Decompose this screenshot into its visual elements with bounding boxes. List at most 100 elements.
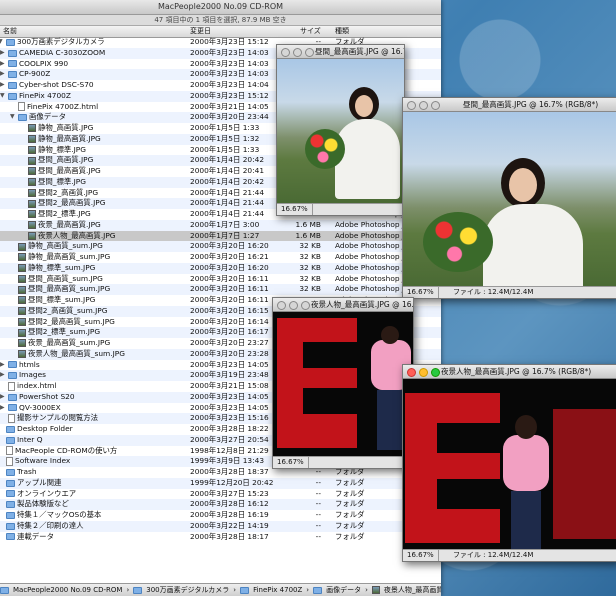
window-title-bar[interactable]: 昼間_最高画質.JPG @ 16.7% (RGB/8*) [403,98,616,112]
minimize-button[interactable] [419,101,428,110]
zoom-button[interactable] [301,301,310,310]
disclosure-closed-icon[interactable]: ▶ [0,403,6,414]
zoom-level[interactable]: 16.67% [273,457,309,468]
window-title-bar[interactable]: 夜景人物_最高画質.JPG @ 16.7% (RGB/8*) [403,365,616,379]
close-button[interactable] [277,301,286,310]
path-segment[interactable]: MacPeople2000 No.09 CD-ROM [13,586,122,594]
item-name: 静物_標準_sum.JPG [28,262,96,272]
list-item[interactable]: 昼間_最高画質_sum.JPG 2000年3月20日 16:11 32 KB Adob… [0,284,441,295]
folder-icon [8,393,17,401]
item-date: 2000年3月20日 16:20 [190,262,269,272]
red-letter-sign-right [553,409,616,539]
minimize-button[interactable] [293,48,302,57]
list-item[interactable]: 昼間_高画質_sum.JPG 2000年3月20日 16:11 32 KB Adobe… [0,274,441,285]
item-date: 2000年3月20日 16:20 [190,241,269,251]
column-name[interactable]: 名前 [3,26,17,37]
minimize-button[interactable] [289,301,298,310]
zoom-button[interactable] [305,48,314,57]
zoom-button[interactable] [431,368,440,377]
person-jeans [377,390,403,450]
disclosure-closed-icon[interactable]: ▶ [0,80,6,91]
disclosure-closed-icon[interactable]: ▶ [0,370,6,381]
portrait-face [355,95,373,117]
item-name: 特集２／印刷の達人 [17,520,84,530]
path-segment[interactable]: 夜景人物_最高画質.JPG [384,586,441,594]
item-name-cell: ▶ PowerShot S20 [0,392,75,403]
window-status-bar: 16.67% ファイル : 12.4M/12.4M [403,549,616,561]
column-date[interactable]: 変更日 [190,26,211,37]
close-button[interactable] [407,101,416,110]
sign-cutout [303,388,357,414]
list-item[interactable]: 特集２／印刷の達人 2000年3月22日 14:19 -- フォルダ [0,520,441,532]
item-size: 32 KB [299,252,321,261]
image-window-daytime-back[interactable]: 昼間_最高画質.JPG @ 16.7% (RGB/8*) 16.67% [276,44,405,216]
item-name: 昼間2_最高画質_sum.JPG [28,316,115,326]
item-name-cell: 静物_高画質_sum.JPG [10,241,103,252]
item-date: 2000年3月23日 14:04 [190,80,269,89]
folder-icon [6,436,15,444]
item-name: CP-900Z [19,69,51,79]
person-head [515,415,537,439]
file-icon [8,414,15,424]
image-icon [28,188,36,197]
item-date: 2000年1月4日 20:41 [190,166,265,175]
window-title-bar[interactable]: 夜景人物_最高画質.JPG @ 16.7% (RGB/8*) [273,298,413,312]
list-item[interactable]: 特集１／マックOSの基本 2000年3月28日 16:19 -- フォルダ [0,510,441,521]
window-title-bar[interactable]: 昼間_最高画質.JPG @ 16.7% (RGB/8*) [277,45,404,59]
folder-icon [6,479,15,487]
item-date: 2000年1月5日 1:33 [190,144,260,154]
zoom-button[interactable] [431,101,440,110]
disclosure-open-icon[interactable]: ▼ [0,37,4,48]
list-item[interactable]: アップル関連 1999年12月20日 20:42 -- フォルダ [0,477,441,489]
item-size: 32 KB [299,273,321,283]
item-name-cell: ▼ 画像データ [10,112,66,123]
disclosure-closed-icon[interactable]: ▶ [0,48,6,59]
list-item[interactable]: 製品体験版など 2000年3月28日 16:12 -- フォルダ [0,499,441,510]
minimize-button[interactable] [419,368,428,377]
item-date: 2000年3月20日 16:11 [190,284,269,294]
item-name-cell: 静物_最高画質.JPG [20,134,101,145]
finder-title-bar[interactable]: MacPeople2000 No.09 CD-ROM [0,0,441,15]
list-item[interactable]: 静物_最高画質_sum.JPG 2000年3月20日 16:21 32 KB Adob… [0,252,441,263]
zoom-level[interactable]: 16.67% [277,204,313,215]
item-name: Trash [17,467,37,476]
disclosure-closed-icon[interactable]: ▶ [0,69,6,80]
item-name-cell: ▶ CAMEDIA C-3030ZOOM [0,48,105,59]
item-kind: フォルダ [335,477,365,487]
person-jeans [511,491,541,549]
path-segment[interactable]: 画像データ [326,586,361,594]
item-size: -- [315,520,321,530]
item-name: 静物_最高画質_sum.JPG [28,252,111,261]
item-date: 2000年3月28日 18:37 [190,467,269,476]
list-item[interactable]: 静物_標準_sum.JPG 2000年3月20日 16:20 32 KB Adobe … [0,262,441,274]
item-kind: フォルダ [335,531,365,541]
close-button[interactable] [407,368,416,377]
close-button[interactable] [281,48,290,57]
disclosure-closed-icon[interactable]: ▶ [0,392,6,403]
column-kind[interactable]: 種類 [335,26,349,37]
list-item[interactable]: オンラインウエア 2000年3月27日 15:23 -- フォルダ [0,489,441,500]
finder-status-bar: 47 項目中の 1 項目を選択, 87.9 MB 空き [0,15,441,26]
list-item[interactable]: 静物_高画質_sum.JPG 2000年3月20日 16:20 32 KB Adobe… [0,241,441,252]
image-window-night-front[interactable]: 夜景人物_最高画質.JPG @ 16.7% (RGB/8*) 16.67% ファ… [402,364,616,562]
disclosure-closed-icon[interactable]: ▶ [0,360,6,371]
disclosure-open-icon[interactable]: ▼ [10,112,16,123]
list-item[interactable]: 夜景_最高画質.JPG 2000年1月7日 3:00 1.6 MB Adobe Pho… [0,219,441,231]
item-date: 2000年3月23日 14:05 [190,391,269,401]
disclosure-closed-icon[interactable]: ▶ [0,59,6,70]
path-segment[interactable]: FinePix 4700Z [253,586,302,594]
list-item[interactable]: 連載データ 2000年3月28日 18:17 -- フォルダ [0,532,441,543]
item-name-cell: 夜景_最高画質_sum.JPG [10,338,110,349]
column-size[interactable]: サイズ [300,26,321,37]
zoom-level[interactable]: 16.67% [403,550,439,561]
item-name: 製品体験版など [17,499,69,509]
image-icon [18,242,26,251]
path-segment[interactable]: 300万画素デジタルカメラ [146,586,229,594]
folder-icon [133,586,143,594]
disclosure-open-icon[interactable]: ▼ [0,91,6,102]
item-name: 昼間_最高画質.JPG [38,166,101,175]
image-window-night-back[interactable]: 夜景人物_最高画質.JPG @ 16.7% (RGB/8*) 16.67% [272,297,414,469]
image-window-daytime-front[interactable]: 昼間_最高画質.JPG @ 16.7% (RGB/8*) 16.67% ファイル… [402,97,616,299]
item-date: 2000年1月7日 1:27 [190,230,260,240]
list-item[interactable]: 夜景人物_最高画質.JPG 2000年1月7日 1:27 1.6 MB Adobe P… [0,230,441,242]
